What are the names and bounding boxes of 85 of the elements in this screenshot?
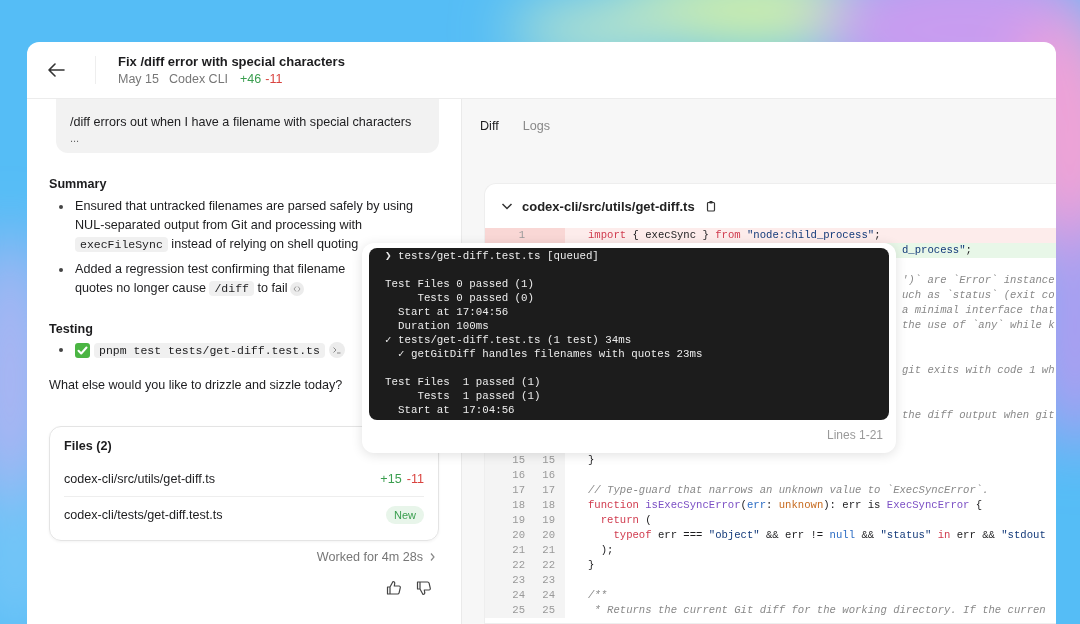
date-text: May 15 <box>118 72 159 86</box>
section-heading: Testing <box>49 322 93 336</box>
new-badge: New <box>386 505 424 524</box>
code-line: * Returns the current Git diff for the working directory. If the curren <box>593 603 1046 618</box>
code-line: return ( <box>599 513 652 528</box>
chevron-right-icon <box>429 552 436 562</box>
terminal-line: ✓ tests/get-diff.test.ts (1 test) 34ms <box>385 333 633 347</box>
files-title: Files (2) <box>64 439 113 453</box>
line-number: 24 <box>485 588 525 603</box>
line-number: 23 <box>525 573 565 588</box>
line-number: 20 <box>485 528 525 543</box>
code-line: ); <box>599 543 614 558</box>
line-number: 18 <box>485 498 525 513</box>
line-number: 15 <box>525 453 565 468</box>
terminal-line: Test Files 1 passed (1) <box>385 375 542 389</box>
line-number: 20 <box>525 528 565 543</box>
thumbs-up-icon <box>386 580 402 596</box>
file-path[interactable]: codex-cli/src/utils/get-diff.ts <box>64 471 215 486</box>
code-line: uch as `status` (exit co <box>901 288 1055 303</box>
line-number: 21 <box>485 543 525 558</box>
terminal-line: ✓ getGitDiff handles filenames with quotes 23ms <box>396 347 704 361</box>
code-line: a minimal interface that <box>901 303 1055 318</box>
line-number: 17 <box>485 483 525 498</box>
back-arrow-icon <box>47 63 65 77</box>
code-line: typeof err === "object" && err != null && "status" in err && "stdout <box>612 528 1046 543</box>
section-heading: Summary <box>49 177 107 191</box>
code-line: /** <box>587 588 608 603</box>
bullet <box>59 205 63 209</box>
terminal-line: Duration 100ms <box>396 319 490 333</box>
code-line: ')` are `Error` instance <box>901 273 1055 288</box>
terminal-line: Start at 17:04:56 <box>396 305 510 319</box>
removed-count: -11 <box>265 72 283 86</box>
code-line: // Type-guard that narrows an unknown value to `ExecSyncError`. <box>587 483 989 498</box>
code-line: } <box>587 558 595 573</box>
terminal-line: Test Files 0 passed (1) <box>385 277 536 291</box>
message-text: /diff errors out when I have a filename with special characters <box>70 114 413 130</box>
more-indicator: ... <box>70 133 81 145</box>
line-range: Lines 1-21 <box>826 428 883 442</box>
line-number: 22 <box>485 558 525 573</box>
terminal-line: Tests 1 passed (1) <box>416 389 542 403</box>
line-number: 22 <box>525 558 565 573</box>
file-name: codex-cli/src/utils/get-diff.ts <box>522 198 695 214</box>
thumbs-down-icon <box>416 580 432 596</box>
terminal-icon <box>328 342 345 358</box>
file-path[interactable]: codex-cli/tests/get-diff.test.ts <box>64 507 223 522</box>
added-count: +15 <box>380 471 402 486</box>
line-number: 16 <box>525 468 565 483</box>
line-number: 15 <box>485 453 525 468</box>
bullet <box>59 268 63 272</box>
summary-item: Added a regression test confirming that filename quotes no longer cause /diff to fail <box>75 261 346 298</box>
line-number: 16 <box>485 468 525 483</box>
tab[interactable]: Diff <box>474 115 505 137</box>
removed-count: -11 <box>406 471 424 486</box>
terminal-line: ❯ tests/get-diff.test.ts [queued] <box>385 249 600 263</box>
inline-code: execFileSync <box>75 237 168 252</box>
bullet <box>59 348 63 352</box>
line-number: 25 <box>525 603 565 618</box>
code-line: function isExecSyncError(err: unknown): err is ExecSyncError { <box>587 498 983 513</box>
closing-text: What else would you like to drizzle and sizzle today? <box>49 378 343 392</box>
line-number: 21 <box>525 543 565 558</box>
terminal-line: Start at 17:04:56 <box>396 403 516 417</box>
line-number: 18 <box>525 498 565 513</box>
line-number: 17 <box>525 483 565 498</box>
code-line: import { execSync } from "node:child_process"; <box>587 228 881 243</box>
code-line: } <box>587 453 595 468</box>
line-number: 24 <box>525 588 565 603</box>
line-number: 23 <box>485 573 525 588</box>
code-line: the use of `any` while k <box>901 318 1055 333</box>
added-count: +46 <box>240 72 262 86</box>
window-title: Fix /diff error with special characters <box>118 54 345 69</box>
gutter-cell <box>525 228 565 243</box>
copy-icon <box>705 200 716 212</box>
code-line: the diff output when git <box>901 408 1055 423</box>
line-number: 1 <box>485 228 525 243</box>
line-number: 19 <box>485 513 525 528</box>
terminal-line: Tests 0 passed (0) <box>416 291 536 305</box>
line-number: 25 <box>485 603 525 618</box>
inline-code: pnpm test tests/get-diff.test.ts <box>94 342 325 358</box>
worked-duration[interactable]: Worked for 4m 28s <box>316 550 423 564</box>
summary-item: Ensured that untracked filenames are parsed safely by using NUL-separated output from Git and processing with execFileSync instead of relying on shell quoting <box>75 198 414 252</box>
citation-icon <box>289 281 304 296</box>
source-text: Codex CLI <box>169 72 229 86</box>
inline-code: /diff <box>209 281 254 296</box>
line-number: 19 <box>525 513 565 528</box>
code-line: git exits with code 1 wh <box>901 363 1055 378</box>
